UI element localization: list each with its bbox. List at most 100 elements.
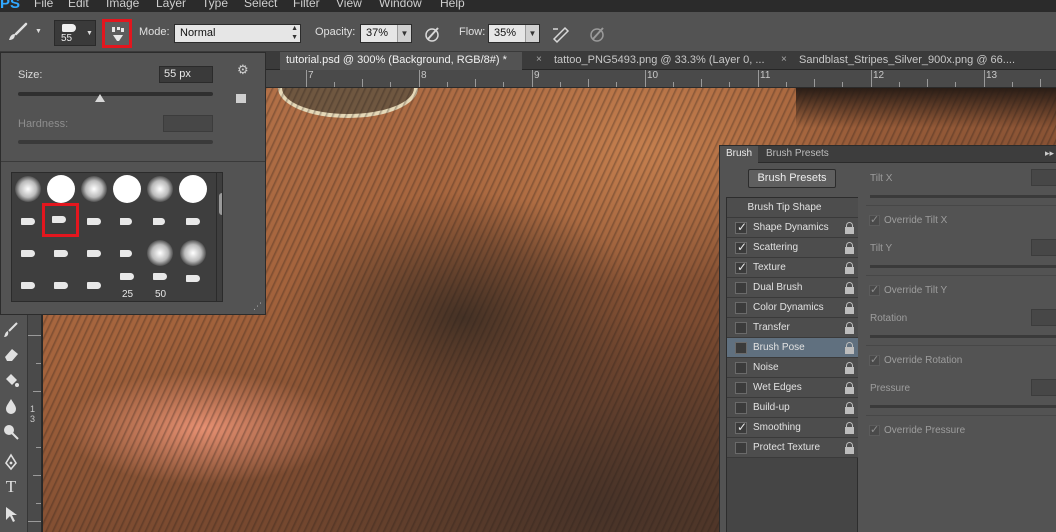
lock-icon[interactable] — [845, 422, 854, 434]
scroll-down-icon[interactable]: ▼ — [221, 290, 222, 297]
override-tilt-x-checkbox[interactable]: ✓ — [869, 214, 880, 226]
dodge-tool[interactable] — [0, 421, 22, 443]
lock-icon[interactable] — [845, 402, 854, 414]
checkbox[interactable] — [735, 322, 747, 334]
opacity-field[interactable]: 37% ▼ — [360, 24, 412, 43]
checkbox[interactable] — [735, 402, 747, 414]
preset-bristle-tip[interactable] — [12, 237, 45, 269]
type-tool[interactable]: T — [0, 477, 22, 499]
size-slider-thumb[interactable] — [94, 94, 105, 102]
preset-soft-round[interactable] — [12, 173, 45, 205]
list-item-brush-pose[interactable]: Brush Pose — [727, 338, 858, 358]
override-tilt-y-checkbox[interactable]: ✓ — [869, 284, 880, 296]
brush-preset-picker[interactable]: 55 ▼ — [54, 20, 96, 46]
checkbox[interactable]: ✓ — [735, 240, 747, 254]
override-rotation-checkbox[interactable]: ✓ — [869, 354, 880, 366]
menu-window[interactable]: Window — [379, 0, 422, 10]
lock-icon[interactable] — [845, 322, 854, 334]
tab-brush-presets[interactable]: Brush Presets — [760, 146, 835, 163]
preset-bristle-tip[interactable] — [177, 205, 210, 237]
preset-erodible-tip[interactable] — [78, 269, 111, 301]
checkbox[interactable] — [735, 282, 747, 294]
list-item-smoothing[interactable]: ✓ Smoothing — [727, 418, 858, 438]
close-icon[interactable]: × — [536, 54, 542, 65]
eraser-tool[interactable] — [0, 343, 22, 365]
scrollbar-thumb[interactable] — [219, 193, 222, 215]
pressure-size-icon[interactable] — [587, 24, 607, 44]
flow-field[interactable]: 35% ▼ — [488, 24, 540, 43]
preset-erodible-tip[interactable] — [45, 269, 78, 301]
paint-bucket-tool[interactable] — [0, 369, 22, 391]
list-item-shape-dynamics[interactable]: ✓ Shape Dynamics — [727, 218, 858, 238]
lock-icon[interactable] — [845, 242, 854, 254]
preset-hard-round[interactable] — [45, 173, 78, 205]
checkbox[interactable]: ✓ — [735, 420, 747, 434]
pen-tool[interactable] — [0, 451, 22, 473]
override-pressure-checkbox[interactable]: ✓ — [869, 424, 880, 436]
history-brush-tool[interactable] — [0, 319, 22, 341]
lock-icon[interactable] — [845, 222, 854, 234]
preset-erodible-tip[interactable] — [12, 269, 45, 301]
lock-icon[interactable] — [845, 342, 854, 354]
preset-bristle-tip[interactable] — [144, 205, 177, 237]
tab-sandblast[interactable]: × Sandblast_Stripes_Silver_900x.png @ 66… — [781, 52, 1056, 70]
preset-bristle-tip[interactable] — [12, 205, 45, 237]
new-preset-icon[interactable] — [236, 94, 246, 103]
preset-hard-round[interactable] — [177, 173, 210, 205]
chevron-down-icon[interactable]: ▼ — [397, 25, 411, 42]
checkbox[interactable]: ✓ — [735, 260, 747, 274]
lock-icon[interactable] — [845, 262, 854, 274]
toggle-brush-panel-button[interactable] — [102, 19, 132, 48]
preset-soft-round[interactable] — [144, 173, 177, 205]
menu-file[interactable]: File — [34, 0, 53, 10]
preset-soft-round[interactable] — [144, 237, 177, 269]
airbrush-icon[interactable] — [551, 24, 571, 44]
list-item-transfer[interactable]: Transfer — [727, 318, 858, 338]
presets-scrollbar[interactable]: ▲ ▼ — [216, 173, 222, 301]
blur-tool[interactable] — [0, 395, 22, 417]
preset-bristle-tip[interactable] — [111, 205, 144, 237]
preset-airbrush-50[interactable]: 50 — [144, 269, 177, 301]
checkbox[interactable] — [735, 302, 747, 314]
mode-select[interactable]: Normal ▲ ▼ — [174, 24, 301, 43]
preset-soft-round[interactable] — [177, 237, 210, 269]
list-item-scattering[interactable]: ✓ Scattering — [727, 238, 858, 258]
close-icon[interactable]: × — [781, 54, 787, 65]
menu-edit[interactable]: Edit — [68, 0, 89, 10]
resize-grip-icon[interactable]: ⋰ — [253, 301, 262, 312]
list-item-noise[interactable]: Noise — [727, 358, 858, 378]
lock-icon[interactable] — [845, 282, 854, 294]
list-item-texture[interactable]: ✓ Texture — [727, 258, 858, 278]
preset-bristle-tip-selected[interactable] — [42, 203, 79, 237]
menu-select[interactable]: Select — [244, 0, 277, 10]
path-selection-tool[interactable] — [0, 503, 22, 525]
lock-icon[interactable] — [845, 382, 854, 394]
lock-icon[interactable] — [845, 362, 854, 374]
tool-preset-arrow-icon[interactable]: ▼ — [35, 28, 42, 35]
preset-bristle-tip[interactable] — [78, 205, 111, 237]
menu-help[interactable]: Help — [440, 0, 465, 10]
menu-view[interactable]: View — [336, 0, 362, 10]
menu-type[interactable]: Type — [202, 0, 228, 10]
lock-icon[interactable] — [845, 442, 854, 454]
tab-brush[interactable]: Brush — [720, 146, 759, 163]
checkbox[interactable] — [735, 382, 747, 394]
preset-airbrush[interactable] — [177, 269, 210, 301]
menu-image[interactable]: Image — [106, 0, 139, 10]
brush-tip-shape-item[interactable]: Brush Tip Shape — [727, 198, 858, 218]
pressure-opacity-icon[interactable] — [422, 24, 442, 44]
brush-tool-icon[interactable] — [6, 22, 28, 42]
gear-icon[interactable]: ⚙ — [237, 62, 249, 78]
menu-layer[interactable]: Layer — [156, 0, 186, 10]
preset-bristle-tip[interactable] — [111, 237, 144, 269]
tab-tattoo[interactable]: × tattoo_PNG5493.png @ 33.3% (Layer 0, .… — [536, 52, 781, 70]
list-item-dual-brush[interactable]: Dual Brush — [727, 278, 858, 298]
chevron-down-icon[interactable]: ▼ — [525, 25, 539, 42]
preset-hard-round[interactable] — [111, 173, 144, 205]
list-item-color-dynamics[interactable]: Color Dynamics — [727, 298, 858, 318]
checkbox[interactable] — [735, 342, 747, 354]
lock-icon[interactable] — [845, 302, 854, 314]
list-item-wet-edges[interactable]: Wet Edges — [727, 378, 858, 398]
checkbox[interactable] — [735, 362, 747, 374]
checkbox[interactable]: ✓ — [735, 220, 747, 234]
